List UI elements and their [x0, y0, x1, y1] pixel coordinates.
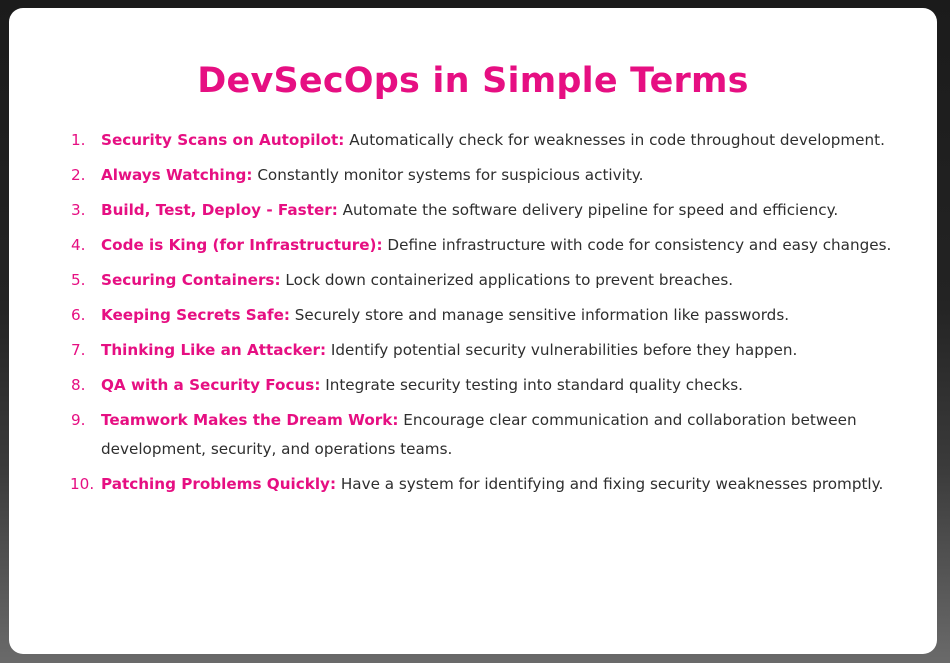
- item-description: Securely store and manage sensitive info…: [294, 306, 790, 324]
- item-number: 9.: [71, 411, 86, 429]
- list-item: 1. Security Scans on Autopilot: Automati…: [49, 126, 897, 155]
- list-item: 8. QA with a Security Focus: Integrate s…: [49, 371, 897, 400]
- page-title: DevSecOps in Simple Terms: [197, 61, 749, 101]
- list-item: 2. Always Watching: Constantly monitor s…: [49, 161, 897, 190]
- item-term: Thinking Like an Attacker:: [101, 341, 327, 359]
- item-number: 8.: [71, 376, 86, 394]
- item-number: 6.: [71, 306, 86, 324]
- list-item: 5. Securing Containers: Lock down contai…: [49, 266, 897, 295]
- item-term: Teamwork Makes the Dream Work:: [101, 411, 399, 429]
- item-description: Have a system for identifying and fixing…: [340, 475, 884, 493]
- list-item: 6. Keeping Secrets Safe: Securely store …: [49, 301, 897, 330]
- item-description: Automatically check for weaknesses in co…: [349, 131, 885, 149]
- item-description: Automate the software delivery pipeline …: [342, 201, 839, 219]
- list-item: 3. Build, Test, Deploy - Faster: Automat…: [49, 196, 897, 225]
- item-number: 4.: [71, 236, 86, 254]
- item-description: Integrate security testing into standard…: [325, 376, 744, 394]
- item-term: QA with a Security Focus:: [101, 376, 321, 394]
- list-item: 7. Thinking Like an Attacker: Identify p…: [49, 336, 897, 365]
- content-card: DevSecOps in Simple Terms 1. Security Sc…: [9, 8, 937, 654]
- item-number: 3.: [71, 201, 86, 219]
- item-description: Identify potential security vulnerabilit…: [330, 341, 798, 359]
- item-number: 2.: [71, 166, 86, 184]
- list-item: 9. Teamwork Makes the Dream Work: Encour…: [49, 406, 897, 464]
- item-description: Constantly monitor systems for suspiciou…: [257, 166, 644, 184]
- item-term: Always Watching:: [101, 166, 253, 184]
- item-description: Lock down containerized applications to …: [285, 271, 734, 289]
- item-number: 5.: [71, 271, 86, 289]
- item-term: Code is King (for Infrastructure):: [101, 236, 383, 254]
- item-term: Keeping Secrets Safe:: [101, 306, 290, 324]
- item-term: Build, Test, Deploy - Faster:: [101, 201, 338, 219]
- item-number: 7.: [71, 341, 86, 359]
- item-description: Define infrastructure with code for cons…: [387, 236, 892, 254]
- item-term: Patching Problems Quickly:: [101, 475, 337, 493]
- terms-list: 1. Security Scans on Autopilot: Automati…: [49, 126, 897, 499]
- item-number: 1.: [71, 131, 86, 149]
- item-term: Securing Containers:: [101, 271, 281, 289]
- list-item: 10. Patching Problems Quickly: Have a sy…: [49, 470, 897, 499]
- item-number: 10.: [70, 475, 95, 493]
- list-item: 4. Code is King (for Infrastructure): De…: [49, 231, 897, 260]
- item-term: Security Scans on Autopilot:: [101, 131, 345, 149]
